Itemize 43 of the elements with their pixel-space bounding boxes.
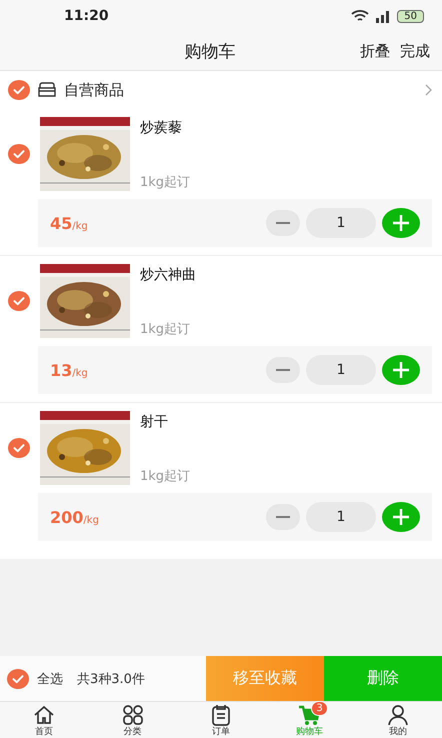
price: 13/kg — [50, 360, 88, 380]
wifi-icon — [351, 9, 370, 23]
minus-icon[interactable] — [266, 504, 300, 530]
chevron-right-icon[interactable] — [425, 84, 432, 96]
page-title: 购物车 — [184, 40, 236, 62]
plus-icon[interactable] — [382, 355, 420, 385]
header-action[interactable]: 完成 — [400, 42, 430, 60]
status-time: 11:20 — [64, 8, 109, 24]
product-name: 炒六神曲 — [140, 266, 196, 284]
quantity-field[interactable]: 1 — [306, 355, 376, 385]
tab[interactable]: 订单 — [176, 702, 266, 738]
signal-icon — [375, 10, 392, 22]
battery-level: 50 — [397, 10, 424, 22]
select-all-label[interactable]: 全选 — [37, 670, 63, 688]
item-summary: 共3种3.0件 — [77, 670, 145, 688]
plus-icon[interactable] — [382, 502, 420, 532]
minus-icon[interactable] — [266, 210, 300, 236]
quantity-field[interactable]: 1 — [306, 502, 376, 532]
price: 200/kg — [50, 508, 99, 526]
checkbox[interactable] — [8, 438, 30, 458]
minimum-order: 1kg起订 — [140, 468, 190, 485]
checkbox[interactable] — [8, 80, 30, 100]
plus-icon[interactable] — [382, 208, 420, 238]
minimum-order: 1kg起订 — [140, 321, 192, 338]
tab[interactable]: 我的 — [354, 702, 442, 738]
shop-name: 自营商品 — [64, 80, 125, 100]
home-icon — [32, 703, 56, 727]
minus-icon[interactable] — [266, 357, 300, 383]
header-action[interactable]: 折叠 — [360, 42, 390, 60]
minimum-order: 1kg起订 — [140, 174, 190, 191]
tab[interactable]: 分类 — [88, 702, 177, 738]
quantity-field[interactable]: 1 — [306, 208, 376, 238]
price: 45/kg — [50, 214, 88, 232]
product-name: 炒蒺藜 — [140, 119, 183, 137]
user-icon — [386, 703, 410, 727]
checkbox[interactable] — [8, 144, 30, 164]
store-icon — [38, 82, 56, 98]
product-name: 射干 — [140, 413, 169, 431]
grid-icon — [120, 703, 145, 727]
cart-count-badge: 3 — [311, 701, 328, 716]
checkbox[interactable] — [8, 291, 30, 311]
checkbox[interactable] — [7, 668, 29, 688]
tab[interactable]: 首页 — [0, 702, 88, 738]
